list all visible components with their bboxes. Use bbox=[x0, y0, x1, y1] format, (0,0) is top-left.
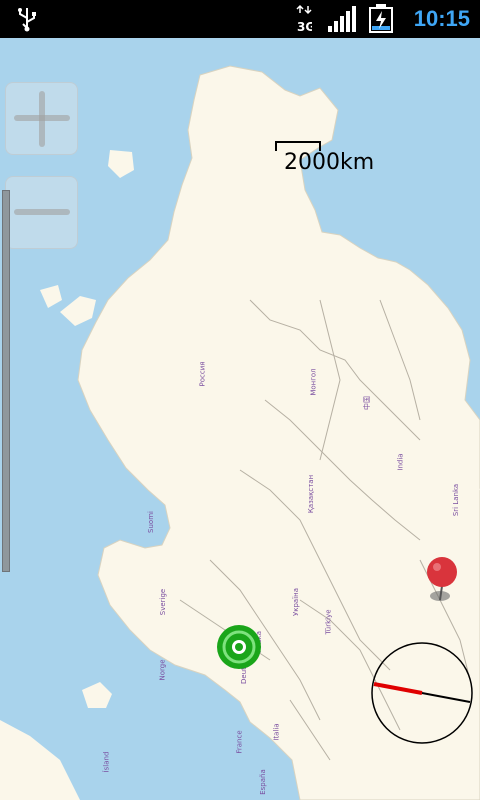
zoom-slider[interactable] bbox=[2, 190, 10, 572]
label-iceland: Ísland bbox=[102, 751, 111, 773]
label-sweden: Sverige bbox=[159, 588, 168, 616]
label-france: France bbox=[235, 730, 244, 754]
label-spain: España bbox=[258, 769, 267, 795]
red-pin-marker[interactable] bbox=[422, 556, 466, 610]
label-sri-lanka: Sri Lanka bbox=[452, 483, 461, 517]
label-india: India bbox=[396, 453, 405, 471]
label-russia: Россия bbox=[198, 361, 207, 387]
label-italy: Italia bbox=[272, 723, 281, 741]
data-transfer-icon: 3G bbox=[296, 4, 315, 38]
signal-icon bbox=[328, 6, 356, 32]
network-type-label: 3G bbox=[297, 20, 312, 34]
usb-icon bbox=[18, 8, 36, 32]
label-china: 中国 bbox=[363, 396, 371, 410]
minus-icon bbox=[14, 209, 70, 215]
zoom-out-button[interactable] bbox=[5, 176, 78, 249]
clock: 10:15 bbox=[413, 6, 470, 31]
label-turkey: Türkiye bbox=[324, 609, 333, 635]
label-kazakhstan: Қазақстан bbox=[307, 474, 316, 514]
status-bar: 3G 10:15 bbox=[0, 0, 480, 38]
zoom-in-button[interactable] bbox=[5, 82, 78, 155]
plus-icon bbox=[14, 115, 70, 121]
label-ukraine: Україна bbox=[292, 587, 301, 617]
label-norway: Norge bbox=[158, 659, 167, 681]
label-mongolia: Монгол bbox=[309, 368, 318, 396]
scale-label: 2000km bbox=[284, 150, 375, 175]
green-location-marker[interactable] bbox=[216, 624, 262, 670]
compass-rose[interactable] bbox=[370, 641, 474, 745]
map-view[interactable]: Россия Монгол 中国 India Україна Türkiye S… bbox=[0, 38, 480, 800]
battery-charging-icon bbox=[369, 4, 393, 33]
label-finland: Suomi bbox=[146, 511, 155, 533]
